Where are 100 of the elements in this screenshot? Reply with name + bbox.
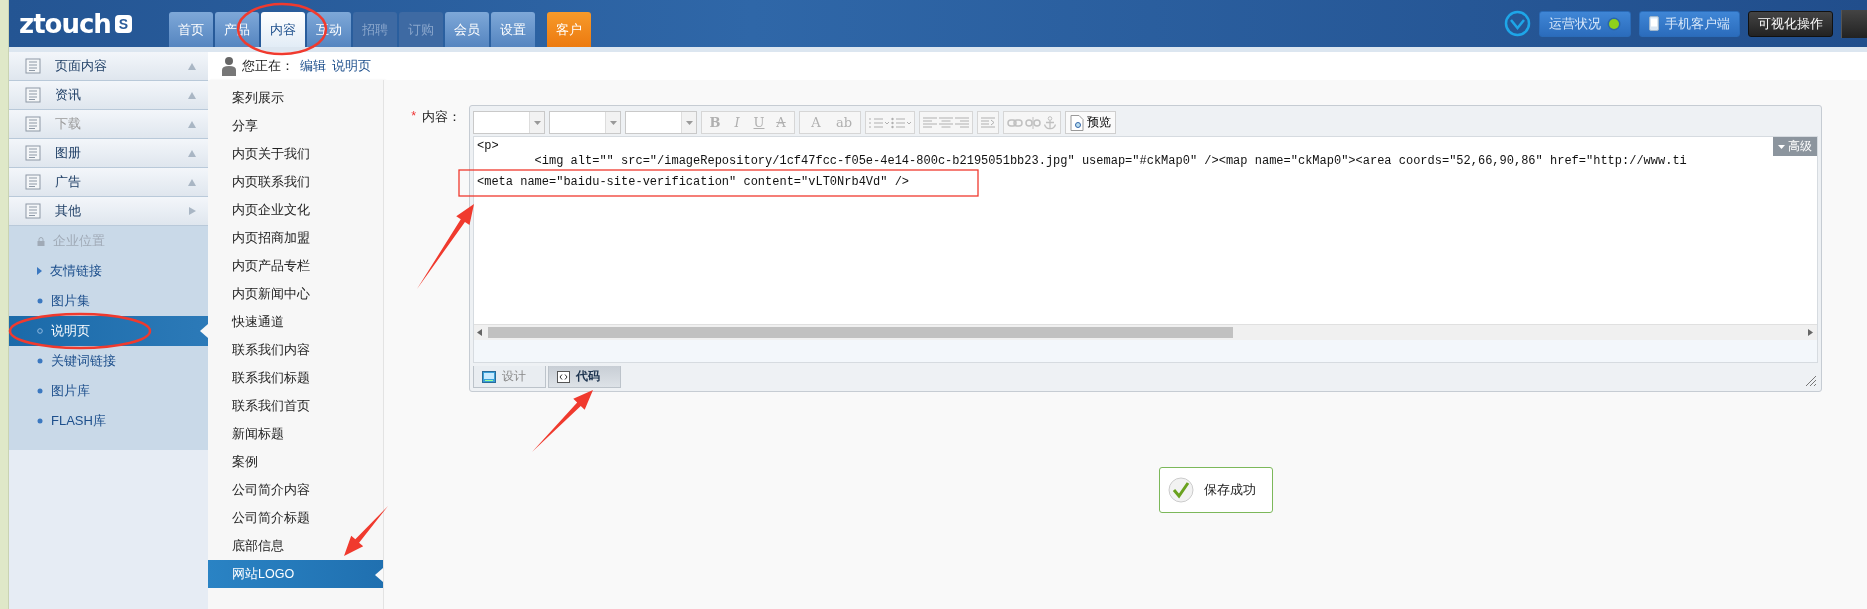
submenu-item[interactable]: 案例 — [208, 448, 383, 476]
lock-icon — [37, 236, 45, 246]
nav-tab[interactable]: 内容 — [261, 12, 305, 47]
mode-tab[interactable]: 代码 — [548, 366, 621, 388]
group-label: 其他 — [55, 202, 82, 220]
anchor-icon — [1043, 115, 1057, 130]
breadcrumb-link[interactable]: 编辑 — [300, 57, 326, 75]
arrow-icon — [37, 267, 42, 275]
unlink-icon — [1025, 116, 1041, 129]
submenu-item[interactable]: 内页新闻中心 — [208, 280, 383, 308]
caret-icon — [1778, 144, 1785, 149]
submenu-item[interactable]: 公司简介内容 — [208, 476, 383, 504]
preview-button[interactable]: 预览 — [1065, 111, 1116, 134]
submenu-item[interactable]: 内页产品专栏 — [208, 252, 383, 280]
dropdown-field[interactable] — [549, 111, 621, 134]
collapse-arrow-icon — [188, 62, 196, 70]
group-label: 广告 — [55, 173, 82, 191]
sidebar-group[interactable]: 页面内容 — [9, 52, 208, 81]
sidebar-item[interactable]: FLASH库 — [9, 406, 208, 436]
submenu-item[interactable]: 联系我们内容 — [208, 336, 383, 364]
document-icon — [25, 174, 41, 190]
align-center-icon — [939, 117, 953, 128]
code-line: <meta name="baidu-site-verification" content="vLT0Nrb4Vd" /> — [476, 175, 911, 190]
caret-icon — [609, 120, 617, 125]
bullet-icon — [37, 358, 43, 364]
dropdown-field[interactable] — [625, 111, 697, 134]
header-button[interactable]: 运营状况 — [1539, 10, 1631, 37]
sidebar-item[interactable]: 关键词链接 — [9, 346, 208, 376]
submenu-item[interactable]: 底部信息 — [208, 532, 383, 560]
sidebar-group[interactable]: 其他 — [9, 197, 208, 226]
submenu-item[interactable]: 内页关于我们 — [208, 140, 383, 168]
sidebar-group[interactable]: 资讯 — [9, 81, 208, 110]
link-icon — [1007, 117, 1023, 128]
status-dot-icon — [1607, 16, 1621, 31]
group-label: 图册 — [55, 144, 82, 162]
document-icon — [25, 116, 41, 132]
user-icon — [222, 56, 236, 76]
collapse-arrow-icon — [188, 178, 196, 186]
submenu-item[interactable]: 联系我们首页 — [208, 392, 383, 420]
submenu-item[interactable]: 内页联系我们 — [208, 168, 383, 196]
toolbar-button[interactable] — [1841, 9, 1867, 38]
annotation-arrow — [532, 390, 593, 452]
submenu-item[interactable]: 联系我们标题 — [208, 364, 383, 392]
check-icon — [1167, 477, 1194, 503]
submenu-item[interactable]: 网站LOGO — [208, 560, 383, 588]
indent-icon — [981, 117, 995, 128]
submenu-item[interactable]: 内页企业文化 — [208, 196, 383, 224]
submenu-item[interactable]: 内页招商加盟 — [208, 224, 383, 252]
breadcrumb-link[interactable]: 说明页 — [332, 57, 371, 75]
submenu-item[interactable]: 新闻标题 — [208, 420, 383, 448]
document-icon — [25, 58, 41, 74]
dropdown-field[interactable] — [473, 111, 545, 134]
code-area[interactable] — [473, 136, 1818, 340]
sidebar-group[interactable]: 广告 — [9, 168, 208, 197]
sidebar-item[interactable]: 图片集 — [9, 286, 208, 316]
resize-handle-icon[interactable] — [1806, 376, 1816, 386]
scroll-right-icon — [1808, 329, 1813, 336]
bullet-icon — [37, 388, 43, 394]
bullet-icon — [37, 418, 43, 424]
sidebar-item[interactable]: 图片库 — [9, 376, 208, 406]
save-status-text: 保存成功 — [1203, 481, 1256, 499]
bullet-icon — [37, 328, 43, 334]
collapse-arrow-icon — [188, 91, 196, 99]
logo-badge: S — [114, 14, 133, 33]
header-button[interactable]: 可视化操作 — [1748, 10, 1833, 37]
collapse-arrow-icon — [188, 149, 196, 157]
group-label: 下载 — [55, 115, 82, 133]
field-label: 内容： — [422, 109, 461, 126]
bullet-icon — [37, 298, 43, 304]
code-line: <img alt="" src="/imageRepository/1cf47fcc-f05e-4e14-800c-b2195051bb23.jpg" usemap="#ckMap0" /><map name="ckMap0"><area coords="52,66,90,86" href="http://www.ti — [533, 154, 1688, 169]
group-label: 页面内容 — [55, 57, 108, 75]
sidebar-item[interactable]: 说明页 — [9, 316, 208, 346]
document-icon — [25, 87, 41, 103]
document-icon — [25, 203, 41, 219]
document-search-icon — [1070, 114, 1084, 131]
required-mark: * — [411, 109, 416, 125]
submenu-item[interactable]: 快速通道 — [208, 308, 383, 336]
bullet-list-icon — [891, 116, 911, 129]
monitor-icon — [482, 370, 496, 383]
header-button[interactable]: 手机客户端 — [1639, 10, 1740, 37]
document-icon — [25, 145, 41, 161]
code-icon — [557, 370, 570, 383]
align-right-icon — [955, 117, 969, 128]
submenu-item[interactable]: 案列展示 — [208, 84, 383, 112]
phone-icon — [1649, 16, 1659, 31]
collapse-arrow-icon — [188, 120, 196, 128]
align-left-icon — [923, 117, 937, 128]
breadcrumb-label: 您正在： — [242, 57, 294, 75]
horizontal-scrollbar[interactable] — [474, 324, 1817, 340]
code-line: <p> — [476, 139, 500, 154]
submenu-item[interactable]: 分享 — [208, 112, 383, 140]
caret-icon — [685, 120, 693, 125]
scroll-left-icon — [477, 329, 482, 336]
sidebar-item[interactable]: 友情链接 — [9, 256, 208, 286]
caret-icon — [533, 120, 541, 125]
numbered-list-icon — [869, 116, 889, 129]
sidebar-group[interactable]: 图册 — [9, 139, 208, 168]
logo-circle-icon — [1504, 10, 1531, 37]
group-label: 资讯 — [55, 86, 82, 104]
submenu-item[interactable]: 公司简介标题 — [208, 504, 383, 532]
